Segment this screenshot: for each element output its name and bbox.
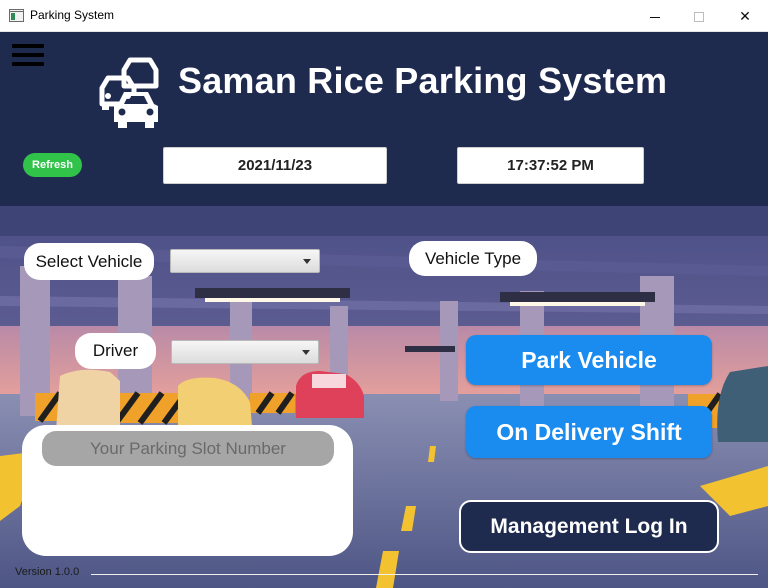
vehicle-type-label: Vehicle Type <box>409 241 537 276</box>
maximize-button[interactable] <box>676 0 722 32</box>
driver-label: Driver <box>75 333 156 369</box>
time-display: 17:37:52 PM <box>457 147 644 184</box>
cars-traffic-icon <box>99 57 159 128</box>
footer-divider <box>91 574 758 575</box>
app-header: Saman Rice Parking System Refresh 2021/1… <box>0 32 768 206</box>
on-delivery-shift-button[interactable]: On Delivery Shift <box>466 406 712 458</box>
hamburger-menu-icon[interactable] <box>12 44 44 66</box>
driver-dropdown[interactable] <box>171 340 319 364</box>
app-title: Saman Rice Parking System <box>178 60 668 101</box>
park-vehicle-button[interactable]: Park Vehicle <box>466 335 712 385</box>
parking-slot-number-field: Your Parking Slot Number <box>42 431 334 466</box>
window-title: Parking System <box>30 8 115 22</box>
select-vehicle-label: Select Vehicle <box>24 243 154 280</box>
close-button[interactable]: ✕ <box>722 0 768 32</box>
app-window-icon <box>9 9 24 22</box>
maximize-icon <box>694 12 704 23</box>
minimize-icon <box>650 16 660 18</box>
version-label: Version 1.0.0 <box>15 566 80 578</box>
minimize-button[interactable] <box>632 0 678 32</box>
window-titlebar: Parking System ✕ <box>0 0 768 32</box>
management-login-button[interactable]: Management Log In <box>459 500 719 553</box>
close-icon: ✕ <box>739 8 751 24</box>
refresh-button[interactable]: Refresh <box>23 153 82 177</box>
select-vehicle-dropdown[interactable] <box>170 249 320 273</box>
date-display: 2021/11/23 <box>163 147 387 184</box>
